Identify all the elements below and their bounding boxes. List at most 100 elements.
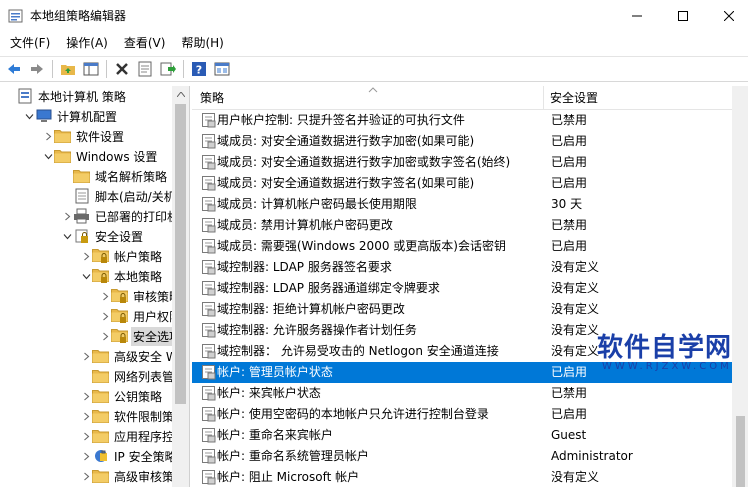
menu-file[interactable]: 文件(F): [4, 33, 56, 53]
help-button[interactable]: ?: [189, 59, 209, 79]
policy-icon: [16, 88, 33, 104]
policy-setting-icon: [202, 281, 216, 296]
collapsed-chevron-icon[interactable]: [99, 306, 111, 326]
policy-row[interactable]: 域成员: 对安全通道数据进行数字签名(如果可能) 已启用: [192, 173, 732, 194]
tree-node[interactable]: 高级审核策略: [0, 466, 189, 486]
policy-name: 域控制器: 拒绝计算机帐户密码更改: [217, 302, 405, 316]
up-folder-button[interactable]: [58, 59, 78, 79]
tree-node[interactable]: 应用程序控制: [0, 426, 189, 446]
tree-scrollbar[interactable]: [172, 86, 189, 487]
expanded-chevron-icon[interactable]: [23, 106, 35, 126]
folder-lock-icon: [92, 248, 109, 264]
menu-view[interactable]: 查看(V): [118, 33, 172, 53]
policy-name: 帐户: 使用空密码的本地帐户只允许进行控制台登录: [217, 407, 489, 421]
policy-setting-icon: [202, 344, 216, 359]
security-setting-value: 已禁用: [551, 386, 588, 400]
forward-button[interactable]: [27, 59, 47, 79]
close-button[interactable]: [706, 0, 748, 32]
policy-row[interactable]: 域成员: 对安全通道数据进行数字加密(如果可能) 已启用: [192, 131, 732, 152]
maximize-button[interactable]: [660, 0, 706, 32]
console-tree: 本地计算机 策略 计算机配置 软件设置 Windows 设置 域名解析策略 脚本(启动/关…: [0, 86, 190, 487]
collapsed-chevron-icon[interactable]: [80, 346, 92, 366]
expanded-chevron-icon[interactable]: [80, 266, 92, 286]
tree-node[interactable]: 脚本(启动/关机): [0, 186, 189, 206]
tree-node[interactable]: 审核策略: [0, 286, 189, 306]
expanded-chevron-icon[interactable]: [42, 146, 54, 166]
policy-name: 域成员: 禁用计算机帐户密码更改: [217, 218, 393, 232]
tree-node[interactable]: 网络列表管理: [0, 366, 189, 386]
tree-node[interactable]: 高级安全 Wi: [0, 346, 189, 366]
chevron-up-icon: [176, 92, 185, 97]
policy-row[interactable]: 域成员: 禁用计算机帐户密码更改 已禁用: [192, 215, 732, 236]
policy-row[interactable]: 用户帐户控制: 只提升签名并验证的可执行文件 已禁用: [192, 110, 732, 131]
collapsed-chevron-icon[interactable]: [42, 126, 54, 146]
watermark-title: 软件自学网: [597, 333, 733, 363]
collapsed-chevron-icon[interactable]: [80, 386, 92, 406]
column-header-policy[interactable]: 策略: [192, 86, 544, 110]
tree-node[interactable]: 计算机配置: [0, 106, 189, 126]
tree-node[interactable]: 已部署的打印机: [0, 206, 189, 226]
tree-node[interactable]: 软件设置: [0, 126, 189, 146]
policy-row[interactable]: 域控制器: LDAP 服务器签名要求 没有定义: [192, 257, 732, 278]
tree-node[interactable]: 安全选项: [0, 326, 189, 346]
properties-button[interactable]: [135, 59, 155, 79]
collapsed-chevron-icon[interactable]: [80, 466, 92, 486]
collapsed-chevron-icon[interactable]: [80, 426, 92, 446]
policy-row[interactable]: 域控制器: 拒绝计算机帐户密码更改 没有定义: [192, 299, 732, 320]
policy-row[interactable]: 帐户: 来宾帐户状态 已禁用: [192, 383, 732, 404]
tree-scroll-up-arrow[interactable]: [172, 86, 189, 103]
column-header-setting[interactable]: 安全设置: [544, 86, 734, 110]
minimize-button[interactable]: [614, 0, 660, 32]
policy-setting-icon: [202, 386, 216, 401]
menu-help[interactable]: 帮助(H): [175, 33, 229, 53]
security-setting-value: 已启用: [551, 155, 588, 169]
policy-name: 域成员: 对安全通道数据进行数字加密(如果可能): [217, 134, 475, 148]
tree-node[interactable]: IP 安全策略,: [0, 446, 189, 466]
collapsed-chevron-icon[interactable]: [61, 206, 73, 226]
policy-row[interactable]: 域成员: 需要强(Windows 2000 或更高版本)会话密钥 已启用: [192, 236, 732, 257]
back-button[interactable]: [4, 59, 24, 79]
tree-node[interactable]: 域名解析策略: [0, 166, 189, 186]
policy-row[interactable]: 帐户: 重命名来宾帐户 Guest: [192, 425, 732, 446]
list-scroll-thumb[interactable]: [736, 416, 745, 487]
export-list-button[interactable]: [158, 59, 178, 79]
tree-node[interactable]: 软件限制策略: [0, 406, 189, 426]
tree-node[interactable]: 公钥策略: [0, 386, 189, 406]
toolbar: ?: [0, 56, 748, 82]
policy-name: 域成员: 对安全通道数据进行数字签名(如果可能): [217, 176, 475, 190]
security-setting-value: 没有定义: [551, 344, 600, 358]
tree-node[interactable]: 本地策略: [0, 266, 189, 286]
policy-name: 域控制器: LDAP 服务器签名要求: [217, 260, 392, 274]
policy-setting-icon: [202, 260, 216, 275]
menu-bar: 文件(F) 操作(A) 查看(V) 帮助(H): [0, 32, 748, 54]
tree-node[interactable]: 用户权限分: [0, 306, 189, 326]
collapsed-chevron-icon[interactable]: [99, 326, 111, 346]
policy-setting-icon: [202, 302, 216, 317]
tree-node[interactable]: 帐户策略: [0, 246, 189, 266]
policy-row[interactable]: 帐户: 阻止 Microsoft 帐户 没有定义: [192, 467, 732, 487]
show-hide-tree-button[interactable]: [81, 59, 101, 79]
policy-row[interactable]: 域控制器: LDAP 服务器通道绑定令牌要求 没有定义: [192, 278, 732, 299]
expanded-chevron-icon[interactable]: [61, 226, 73, 246]
tree-node[interactable]: Windows 设置: [0, 146, 189, 166]
policy-row[interactable]: 帐户: 重命名系统管理员帐户 Administrator: [192, 446, 732, 467]
tree-scroll-thumb[interactable]: [175, 104, 186, 404]
security-setting-value: 已启用: [551, 176, 588, 190]
filter-pane-button[interactable]: [212, 59, 232, 79]
tree-node[interactable]: 本地计算机 策略: [0, 86, 189, 106]
delete-button[interactable]: [112, 59, 132, 79]
collapsed-chevron-icon[interactable]: [80, 406, 92, 426]
collapsed-chevron-icon[interactable]: [80, 246, 92, 266]
policy-row[interactable]: 域成员: 对安全通道数据进行数字加密或数字签名(始终) 已启用: [192, 152, 732, 173]
folder-icon: [54, 128, 71, 144]
collapsed-chevron-icon[interactable]: [80, 446, 92, 466]
policy-row[interactable]: 域成员: 计算机帐户密码最长使用期限 30 天: [192, 194, 732, 215]
menu-action[interactable]: 操作(A): [60, 33, 114, 53]
tree-node[interactable]: 安全设置: [0, 226, 189, 246]
collapsed-chevron-icon[interactable]: [99, 286, 111, 306]
list-scrollbar[interactable]: [732, 86, 748, 487]
policy-row[interactable]: 帐户: 使用空密码的本地帐户只允许进行控制台登录 已启用: [192, 404, 732, 425]
policy-setting-icon: [202, 449, 216, 464]
